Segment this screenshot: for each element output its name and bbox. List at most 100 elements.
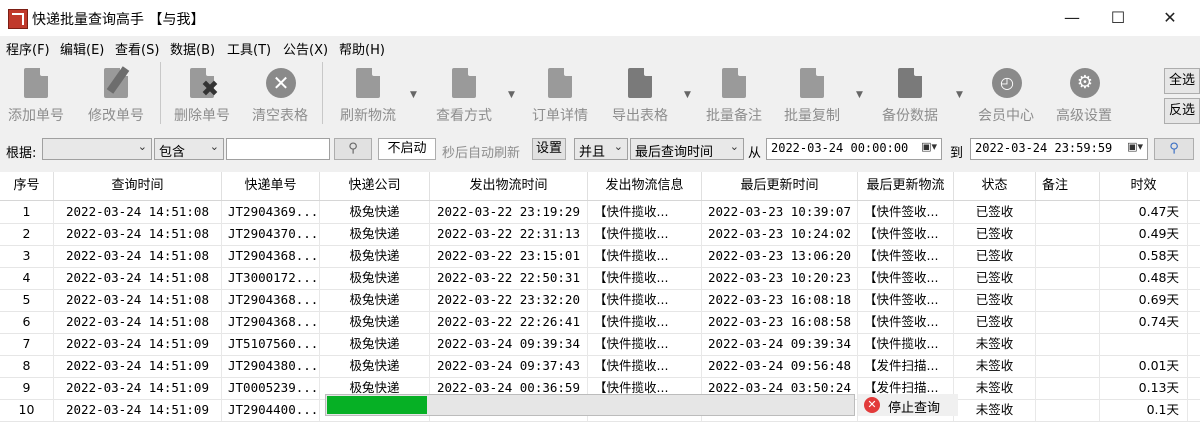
add-doc-icon: [20, 66, 52, 100]
cell-send-time: 2022-03-22 22:26:41: [430, 311, 588, 333]
menu-program[interactable]: 程序(F): [6, 39, 50, 58]
batch-note-button[interactable]: 批量备注: [694, 64, 774, 126]
from-datetime-picker[interactable]: 2022-03-24 00:00:00 ▣▾: [766, 138, 942, 160]
cell-send-time: 2022-03-22 23:19:29: [430, 201, 588, 223]
view-mode-icon: [448, 66, 480, 100]
invert-select-button[interactable]: 反选: [1164, 98, 1200, 124]
cell-note: [1036, 201, 1100, 223]
menu-data[interactable]: 数据(B): [170, 39, 215, 58]
col-send-info[interactable]: 发出物流信息: [588, 172, 702, 200]
app-icon: [8, 9, 28, 29]
keyword-input[interactable]: [226, 138, 330, 160]
advanced-settings-button[interactable]: ⚙ 高级设置: [1044, 64, 1124, 126]
col-courier[interactable]: 快递公司: [320, 172, 430, 200]
table-row[interactable]: 5 2022-03-24 14:51:08 JT2904368... 极兔快递 2022…: [0, 289, 1200, 312]
col-status[interactable]: 状态: [954, 172, 1036, 200]
menu-edit[interactable]: 编辑(E): [60, 39, 104, 58]
cell-query-time: 2022-03-24 14:51:08: [54, 223, 222, 245]
cell-note: [1036, 311, 1100, 333]
cell-update-time: 2022-03-23 13:06:20: [702, 245, 858, 267]
table-row[interactable]: 6 2022-03-24 14:51:08 JT2904368... 极兔快递 2022…: [0, 311, 1200, 334]
table-header: 序号 查询时间 快递单号 快递公司 发出物流时间 发出物流信息 最后更新时间 最…: [0, 172, 1200, 201]
cell-tracking-number: JT2904380...: [222, 355, 320, 377]
table-row[interactable]: 4 2022-03-24 14:51:08 JT3000172... 极兔快递 2022…: [0, 267, 1200, 290]
chevron-down-icon[interactable]: ▼: [856, 90, 863, 100]
time-field-select[interactable]: 最后查询时间 ⌄: [630, 138, 744, 160]
export-table-button[interactable]: 导出表格 ▼: [600, 64, 691, 126]
cell-send-info: 【快件揽收...: [588, 245, 702, 267]
col-update-info[interactable]: 最后更新物流: [858, 172, 954, 200]
date-search-button[interactable]: ⚲: [1154, 138, 1194, 160]
col-query-time[interactable]: 查询时间: [54, 172, 222, 200]
cell-update-time: 2022-03-24 09:39:34: [702, 333, 858, 355]
chevron-down-icon: ⌄: [209, 140, 219, 153]
cell-status: 已签收: [954, 223, 1036, 245]
cell-index: 3: [0, 245, 54, 267]
cell-tracking-number: JT2904370...: [222, 223, 320, 245]
cell-update-time: 2022-03-23 10:20:23: [702, 267, 858, 289]
cell-status: 未签收: [954, 399, 1036, 421]
cell-index: 9: [0, 377, 54, 399]
search-button[interactable]: ⚲: [334, 138, 372, 160]
cell-update-time: 2022-03-23 10:39:07: [702, 201, 858, 223]
table-row[interactable]: 2 2022-03-24 14:51:08 JT2904370... 极兔快递 2022…: [0, 223, 1200, 246]
cell-note: [1036, 399, 1100, 421]
batch-copy-button[interactable]: 批量复制 ▼: [772, 64, 863, 126]
progress-fill: [327, 396, 427, 414]
chevron-down-icon[interactable]: ▼: [508, 90, 515, 100]
chevron-down-icon[interactable]: ▼: [684, 90, 691, 100]
cell-update-info: 【快件签收...: [858, 289, 954, 311]
minimize-icon[interactable]: —: [1048, 0, 1096, 36]
clear-table-button[interactable]: ✕ 清空表格: [240, 64, 320, 126]
cell-index: 5: [0, 289, 54, 311]
member-center-button[interactable]: ◴ 会员中心: [966, 64, 1046, 126]
edit-number-button[interactable]: 修改单号: [76, 64, 156, 126]
menu-tools[interactable]: 工具(T): [227, 39, 271, 58]
table-row[interactable]: 3 2022-03-24 14:51:08 JT2904368... 极兔快递 2022…: [0, 245, 1200, 268]
cell-courier: 极兔快递: [320, 245, 430, 267]
view-mode-button[interactable]: 查看方式 ▼: [424, 64, 515, 126]
col-index[interactable]: 序号: [0, 172, 54, 200]
chevron-down-icon[interactable]: ▼: [410, 90, 417, 100]
backup-data-button[interactable]: 备份数据 ▼: [870, 64, 963, 126]
cell-send-info: 【快件揽收...: [588, 201, 702, 223]
cell-tracking-number: JT3000172...: [222, 267, 320, 289]
cell-note: [1036, 245, 1100, 267]
col-duration[interactable]: 时效: [1100, 172, 1188, 200]
search-icon: ⚲: [348, 141, 358, 156]
stop-query-button[interactable]: ✕ 停止查询: [858, 394, 958, 416]
logic-select[interactable]: 并且 ⌄: [574, 138, 628, 160]
settings-button[interactable]: 设置: [532, 138, 566, 160]
delete-number-button[interactable]: ✖ 删除单号: [162, 64, 242, 126]
cell-note: [1036, 289, 1100, 311]
match-mode-select[interactable]: 包含 ⌄: [154, 138, 224, 160]
maximize-icon[interactable]: ☐: [1094, 0, 1142, 36]
to-datetime-picker[interactable]: 2022-03-24 23:59:59 ▣▾: [970, 138, 1148, 160]
col-send-time[interactable]: 发出物流时间: [430, 172, 588, 200]
menu-notice[interactable]: 公告(X): [283, 39, 328, 58]
filter-label: 根据:: [6, 146, 37, 161]
from-label: 从: [748, 146, 762, 161]
menu-view[interactable]: 查看(S): [115, 39, 159, 58]
add-number-button[interactable]: 添加单号: [0, 64, 76, 126]
results-table[interactable]: 序号 查询时间 快递单号 快递公司 发出物流时间 发出物流信息 最后更新时间 最…: [0, 172, 1200, 424]
cell-duration: 0.49天: [1100, 223, 1188, 245]
col-note[interactable]: 备注: [1036, 172, 1100, 200]
col-update-time[interactable]: 最后更新时间: [702, 172, 858, 200]
order-detail-button[interactable]: 订单详情: [520, 64, 600, 126]
col-tracking-number[interactable]: 快递单号: [222, 172, 320, 200]
filter-field-select[interactable]: ⌄: [42, 138, 152, 160]
close-icon[interactable]: ✕: [1146, 0, 1194, 36]
batch-note-icon: [718, 66, 750, 100]
query-progress-bar: [325, 394, 855, 416]
refresh-logistics-button[interactable]: 刷新物流 ▼: [328, 64, 417, 126]
table-row[interactable]: 7 2022-03-24 14:51:09 JT5107560... 极兔快递 2022…: [0, 333, 1200, 356]
table-row[interactable]: 1 2022-03-24 14:51:08 JT2904369... 极兔快递 2022…: [0, 201, 1200, 224]
cell-update-info: 【快件揽收...: [858, 333, 954, 355]
select-all-button[interactable]: 全选: [1164, 68, 1200, 94]
auto-refresh-input[interactable]: 不启动: [378, 138, 436, 160]
cell-status: 已签收: [954, 289, 1036, 311]
menu-help[interactable]: 帮助(H): [339, 39, 385, 58]
chevron-down-icon[interactable]: ▼: [956, 90, 963, 100]
table-row[interactable]: 8 2022-03-24 14:51:09 JT2904380... 极兔快递 2022…: [0, 355, 1200, 378]
